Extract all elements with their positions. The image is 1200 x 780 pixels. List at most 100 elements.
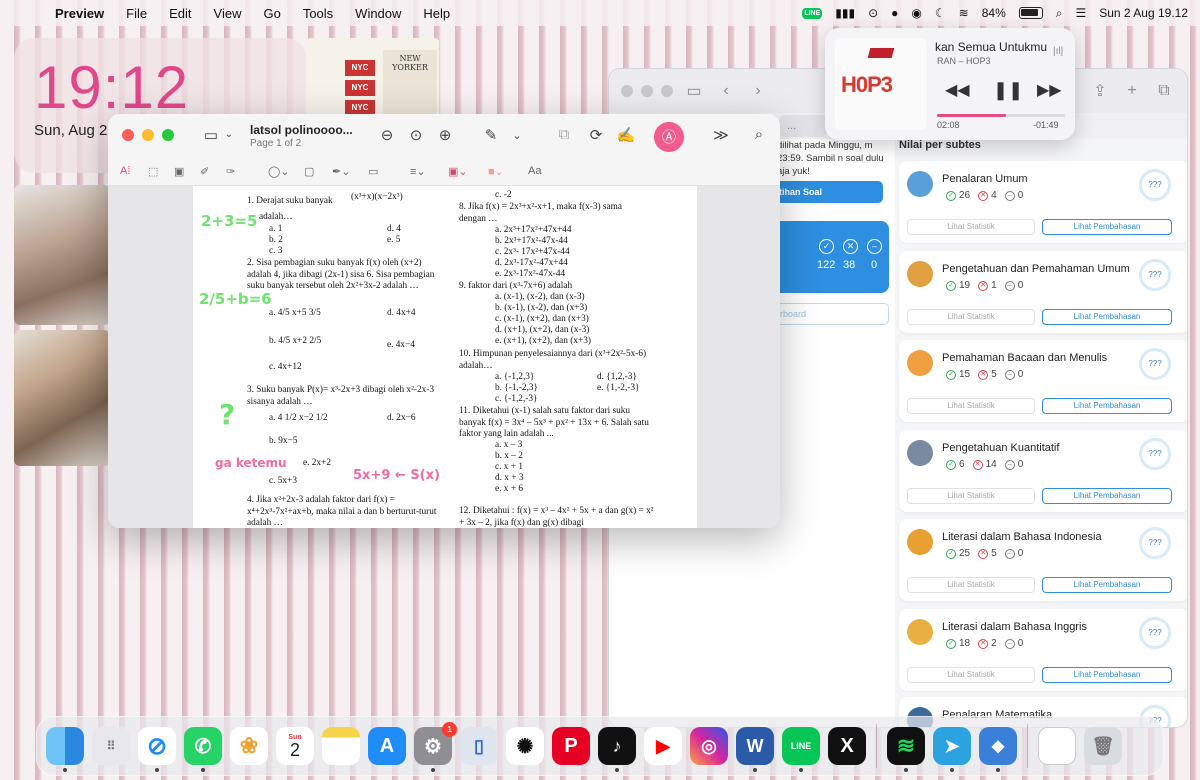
leaderboard-button[interactable]: rboard [771,303,889,325]
desktop-photo-2[interactable] [14,330,110,466]
dock-whatsapp-icon[interactable]: ✆ [184,727,222,772]
rotate-icon[interactable]: ⟳ [585,126,607,144]
dock-photos-icon[interactable]: ❀ [230,727,268,765]
dock-line-icon[interactable]: LINE [782,727,820,772]
previous-track-icon[interactable]: ◀◀ [945,80,970,100]
zoom-fit-icon[interactable]: ⊙ [405,126,427,144]
dock-launchpad-icon[interactable]: ⠿ [92,727,130,765]
dock-x-icon[interactable]: X [828,727,866,765]
zoom-button[interactable] [162,129,174,141]
menu-window[interactable]: Window [344,6,412,21]
highlight-pen-icon[interactable]: ✎ [480,126,502,144]
zoom-in-icon[interactable]: ⊕ [434,126,456,144]
sketch-icon[interactable]: ✐ [200,165,209,178]
shape-style-icon[interactable]: ≡⌄ [410,165,426,178]
border-color-icon[interactable]: ▣⌄ [448,165,468,178]
battery-icon[interactable] [1018,7,1043,19]
dock-pinterest-icon[interactable]: P [552,727,590,765]
dock-document-stack-icon[interactable] [1038,727,1076,765]
browser-zoom-button[interactable] [661,85,673,97]
desktop-photo-1[interactable] [14,185,110,325]
view-statistics-button[interactable]: Lihat Statistik [907,219,1035,235]
dock-telegram-icon[interactable]: ➤ [933,727,971,772]
view-discussion-button[interactable]: Lihat Pembahasan [1042,309,1172,325]
menu-go[interactable]: Go [252,6,291,21]
browser-close-button[interactable] [621,85,633,97]
back-icon[interactable]: ‹ [715,82,737,100]
wifi-icon[interactable]: ≋ [959,6,969,20]
tab-partial[interactable]: ... [779,115,827,137]
document-title[interactable]: latsol polinoooo... [250,123,353,137]
dock-tiktok-icon[interactable]: ♪ [598,727,636,772]
text-box-icon[interactable]: ▢ [304,165,314,178]
dock-safari-icon[interactable]: ⊘ [138,727,176,772]
shapes-icon[interactable]: ◯⌄ [268,165,290,178]
view-discussion-button[interactable]: Lihat Pembahasan [1042,577,1172,593]
tab-overview-icon[interactable]: ⧉ [1153,82,1175,100]
minimize-button[interactable] [142,129,154,141]
instant-alpha-icon[interactable]: ▣ [174,165,184,178]
practice-button[interactable]: tihan Soal [771,181,883,203]
menu-help[interactable]: Help [412,6,461,21]
spotlight-icon[interactable]: ⌕ [1056,6,1063,21]
dock-word-icon[interactable]: W [736,727,774,772]
view-discussion-button[interactable]: Lihat Pembahasan [1042,219,1172,235]
crop-icon[interactable]: ⧉ [553,126,575,143]
view-discussion-button[interactable]: Lihat Pembahasan [1042,398,1172,414]
focus-moon-icon[interactable]: ☾ [935,6,946,20]
sidebar-toggle-icon[interactable]: ▭ [683,81,705,101]
share-icon[interactable]: ⇪ [1089,81,1111,101]
view-statistics-button[interactable]: Lihat Statistik [907,667,1035,683]
view-statistics-button[interactable]: Lihat Statistik [907,398,1035,414]
dock-mini-app-icon[interactable]: ◆ [979,727,1017,772]
next-track-icon[interactable]: ▶▶ [1037,80,1062,100]
play-status-icon[interactable]: ⊙ [868,6,878,20]
dock-app-store-icon[interactable]: A [368,727,406,765]
dock-system-settings-icon[interactable]: ⚙ 1 [414,722,457,772]
view-discussion-button[interactable]: Lihat Pembahasan [1042,667,1172,683]
view-discussion-button[interactable]: Lihat Pembahasan [1042,488,1172,504]
dock-notes-icon[interactable] [322,727,360,765]
playback-progress[interactable] [937,114,1065,117]
search-icon[interactable]: ⌕ [748,126,770,143]
menu-app-name[interactable]: Preview [44,6,115,21]
fill-color-icon[interactable]: ■⌄ [488,165,504,178]
menu-edit[interactable]: Edit [158,6,202,21]
highlight-options-icon[interactable]: ⌄ [506,129,528,142]
signature-tool-icon[interactable]: ✍ [615,126,637,144]
sign-icon[interactable]: ✒⌄ [332,165,350,178]
new-tab-icon[interactable]: + [1121,82,1143,100]
pause-icon[interactable]: ❚❚ [993,80,1023,101]
dock-chatgpt-icon[interactable]: ✺ [506,727,544,765]
view-statistics-button[interactable]: Lihat Statistik [907,577,1035,593]
dock-finder-icon[interactable] [46,727,84,772]
stats-icon[interactable]: ▮▮▮ [835,6,855,20]
document-canvas[interactable]: 1. Derajat suku banyak (x³+x)(x−2x³) ada… [108,186,780,528]
more-tools-icon[interactable]: ≫ [710,126,732,144]
draw-icon[interactable]: ✑ [226,165,235,178]
browser-minimize-button[interactable] [641,85,653,97]
control-center-icon[interactable]: ☰ [1075,6,1086,20]
view-statistics-button[interactable]: Lihat Statistik [907,488,1035,504]
line-status-icon[interactable]: LINE [802,7,823,19]
album-art[interactable]: H0P3 [835,38,927,130]
dock-instagram-icon[interactable]: ◎ [690,727,728,765]
view-statistics-button[interactable]: Lihat Statistik [907,309,1035,325]
menu-tools[interactable]: Tools [292,6,344,21]
dock-calendar-icon[interactable]: Sun 2 [276,727,314,765]
zoom-out-icon[interactable]: ⊖ [376,126,398,144]
chevron-down-icon[interactable]: ⌄ [218,129,240,140]
dock-youtube-icon[interactable]: ▶ [644,727,682,765]
dock-trash-icon[interactable]: 🗑 [1084,727,1122,765]
menubar-clock[interactable]: Sun 2 Aug 19.12 [1099,6,1188,20]
text-selection-icon[interactable]: A⁞ [120,165,130,177]
close-button[interactable] [122,129,134,141]
rectangular-selection-icon[interactable]: ⬚ [148,165,158,178]
markup-button[interactable]: Ⓐ [654,122,684,152]
airdrop-icon[interactable]: ◉ [911,6,921,20]
dock-simulator-icon[interactable]: ▯ [460,727,498,765]
menu-view[interactable]: View [203,6,253,21]
note-icon[interactable]: ▭ [368,165,378,178]
cloud-status-icon[interactable]: ● [891,6,898,20]
menu-file[interactable]: File [115,6,158,21]
